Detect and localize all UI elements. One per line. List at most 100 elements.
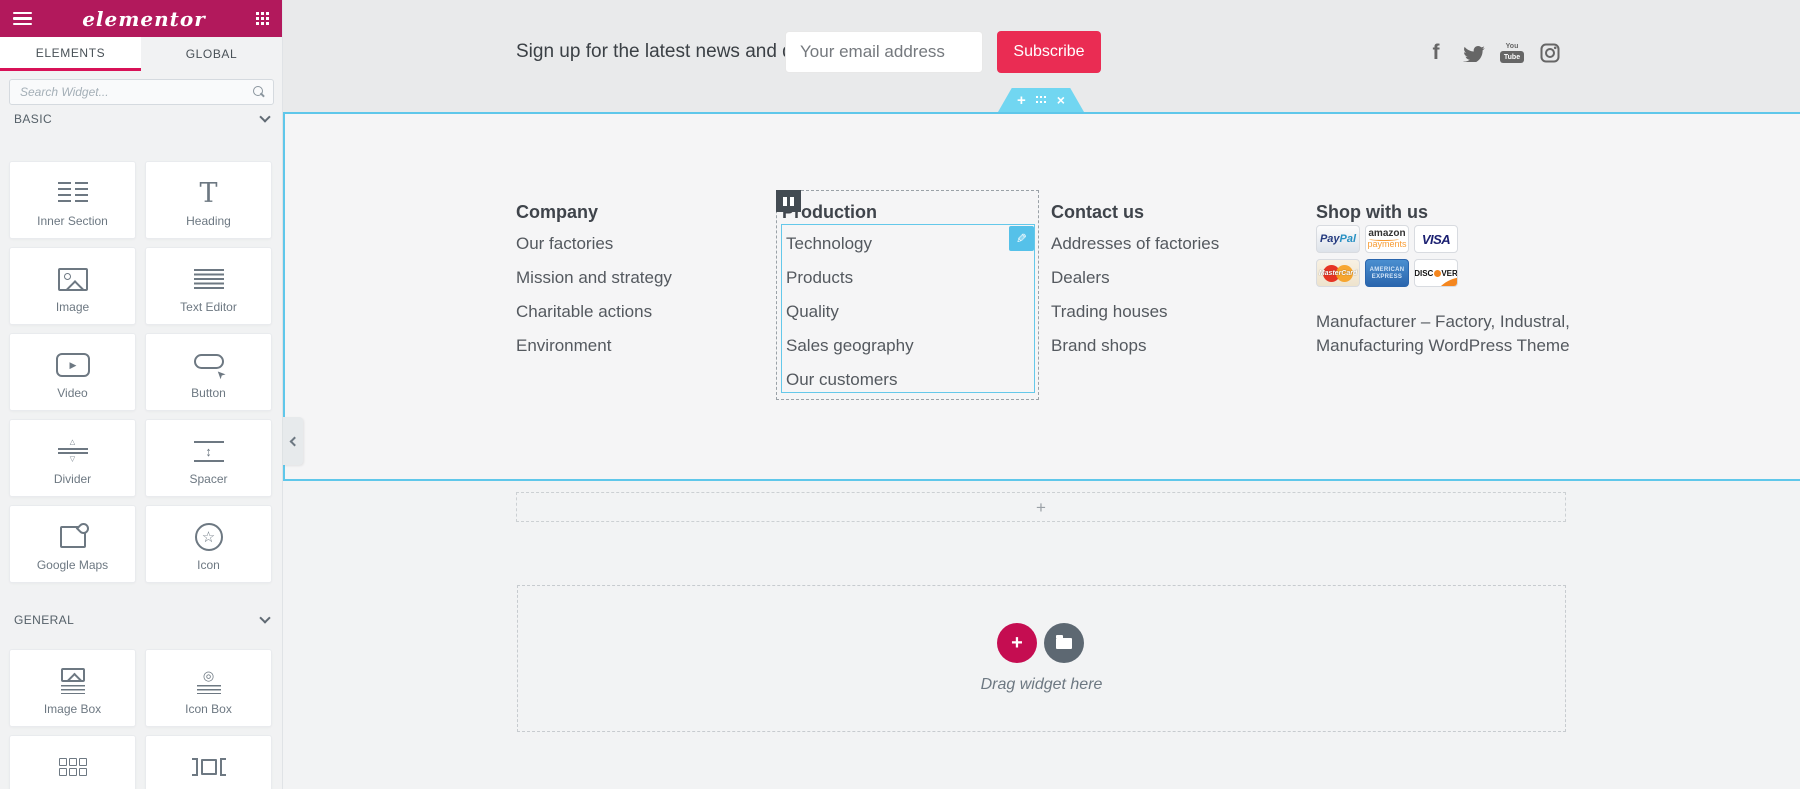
template-library-button[interactable] [1044,623,1084,663]
panel-tabs: ELEMENTS GLOBAL [0,37,282,71]
widget-card-heading[interactable]: T Heading [145,161,272,239]
column-heading-company: Company [516,202,598,223]
subscribe-button[interactable]: Subscribe [997,31,1101,73]
theme-description-line1: Manufacturer – Factory, Industral, [1316,312,1570,332]
close-section-icon[interactable]: × [1057,93,1065,107]
widget-label: Text Editor [146,300,271,314]
section-handle: + × [998,88,1084,112]
footer-link[interactable]: Charitable actions [516,302,652,322]
footer-link[interactable]: Brand shops [1051,336,1146,356]
selected-column-outline [776,190,1039,400]
discover-badge: DISCVER [1414,259,1458,287]
search-icon [253,86,265,98]
widget-card-image[interactable]: Image [9,247,136,325]
twitter-icon[interactable] [1462,40,1486,66]
gallery-grid-icon [59,758,87,776]
search-input[interactable] [9,79,274,105]
widget-label: Image Box [10,702,135,716]
footer-section[interactable] [283,112,1800,481]
drag-section-icon[interactable] [1036,96,1047,104]
youtube-icon[interactable]: You Tube [1500,40,1524,66]
footer-link[interactable]: Environment [516,336,611,356]
widget-card-image-box[interactable]: Image Box [9,649,136,727]
panel-header: elementor [0,0,282,37]
widget-label: Divider [10,472,135,486]
widget-card-icon-box[interactable]: ◎ Icon Box [145,649,272,727]
widget-card-google-maps[interactable]: Google Maps [9,505,136,583]
plus-icon: + [1036,499,1046,516]
heading-icon: T [199,180,217,207]
widget-label: Button [146,386,271,400]
widget-label: Video [10,386,135,400]
drag-widget-dropzone[interactable] [517,585,1566,732]
image-icon [58,268,88,291]
chevron-left-icon [290,436,300,446]
theme-description-line2: Manufacturing WordPress Theme [1316,336,1570,356]
section-general-label: GENERAL [14,613,74,627]
widgets-panel: elementor ELEMENTS GLOBAL BASIC Inner Se… [0,0,283,789]
tab-elements[interactable]: ELEMENTS [0,37,141,71]
newsletter-signup-text: Sign up for the latest news and deals [516,41,828,63]
instagram-icon[interactable] [1538,40,1562,66]
widget-card-inner-section[interactable]: Inner Section [9,161,136,239]
panel-collapse-button[interactable] [283,417,303,465]
google-maps-icon [60,526,86,548]
payment-badges-row-2: MasterCard AMERICANEXPRESS DISCVER [1316,259,1458,287]
divider-icon: △▽ [58,439,88,463]
widget-label: Image [10,300,135,314]
paypal-badge: PayPal [1316,225,1360,253]
edit-widget-button[interactable]: ✎ [1009,226,1034,251]
footer-link[interactable]: Mission and strategy [516,268,672,288]
widget-card-text-editor[interactable]: Text Editor [145,247,272,325]
star-circle-icon [195,523,223,551]
column-settings-badge[interactable] [776,190,801,212]
add-new-section-button[interactable]: + [997,623,1037,663]
column-heading-shop: Shop with us [1316,202,1428,223]
folder-icon [1056,638,1072,649]
widget-card-spacer[interactable]: ↕ Spacer [145,419,272,497]
pencil-icon: ✎ [1016,232,1027,245]
widget-card-carousel[interactable] [145,735,272,789]
widget-card-divider[interactable]: △▽ Divider [9,419,136,497]
widget-label: Icon Box [146,702,271,716]
visa-badge: VISA [1414,225,1458,253]
social-icons-row: f You Tube [1424,40,1562,66]
widget-card-video[interactable]: Video [9,333,136,411]
widget-card-icon[interactable]: Icon [145,505,272,583]
column-icon [783,197,794,206]
widget-label: Google Maps [10,558,135,572]
payment-badges-row-1: PayPal amazonpayments VISA [1316,225,1458,253]
footer-link[interactable]: Dealers [1051,268,1110,288]
section-header-basic[interactable]: BASIC [9,111,274,127]
widget-card-button[interactable]: Button [145,333,272,411]
video-icon [56,353,90,377]
image-box-icon [61,668,85,694]
carousel-icon [192,758,226,776]
add-section-icon[interactable]: + [1017,93,1026,108]
footer-link[interactable]: Addresses of factories [1051,234,1219,254]
spacer-icon: ↕ [194,441,224,462]
tab-global[interactable]: GLOBAL [141,37,282,71]
widget-label: Heading [146,214,271,228]
hamburger-menu-icon[interactable] [13,12,32,26]
footer-link[interactable]: Trading houses [1051,302,1168,322]
footer-link[interactable]: Our factories [516,234,613,254]
chevron-down-icon [259,612,270,623]
widget-label: Inner Section [10,214,135,228]
drag-widget-here-label: Drag widget here [517,676,1566,694]
text-editor-icon [194,269,224,289]
widget-label: Spacer [146,472,271,486]
add-section-strip[interactable]: + [516,492,1566,522]
basic-widgets-grid: Inner Section T Heading Image Text Edito… [9,161,274,583]
chevron-down-icon [259,111,270,122]
button-icon [194,354,224,369]
facebook-icon[interactable]: f [1424,40,1448,66]
apps-grid-icon[interactable] [256,12,269,25]
discover-o-dot [1434,270,1441,277]
email-field[interactable] [785,31,983,73]
icon-box-icon: ◎ [197,669,221,694]
widget-card-gallery[interactable] [9,735,136,789]
mastercard-badge: MasterCard [1316,259,1360,287]
widget-label: Icon [146,558,271,572]
section-header-general[interactable]: GENERAL [9,612,274,628]
